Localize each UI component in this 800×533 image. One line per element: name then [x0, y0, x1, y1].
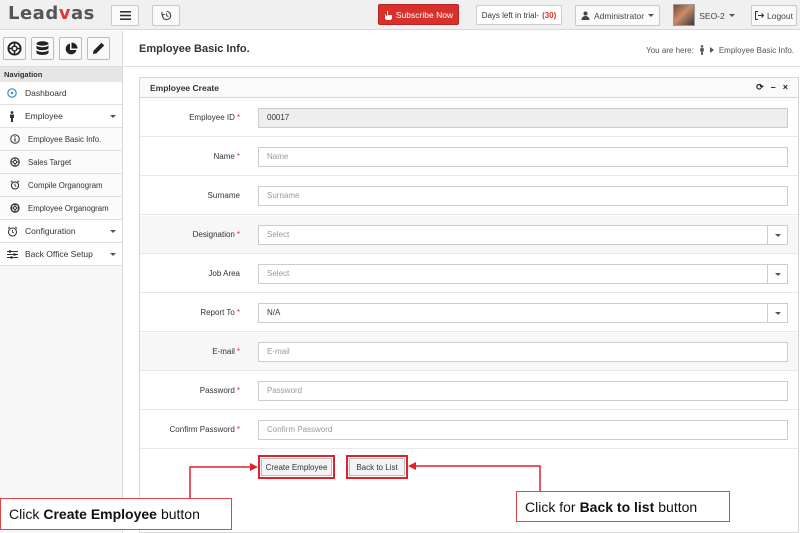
- create-employee-callout: Click Create Employee button: [0, 498, 232, 530]
- back-to-list-callout: Click for Back to list button: [516, 491, 730, 522]
- annotation-arrows: [189, 462, 541, 498]
